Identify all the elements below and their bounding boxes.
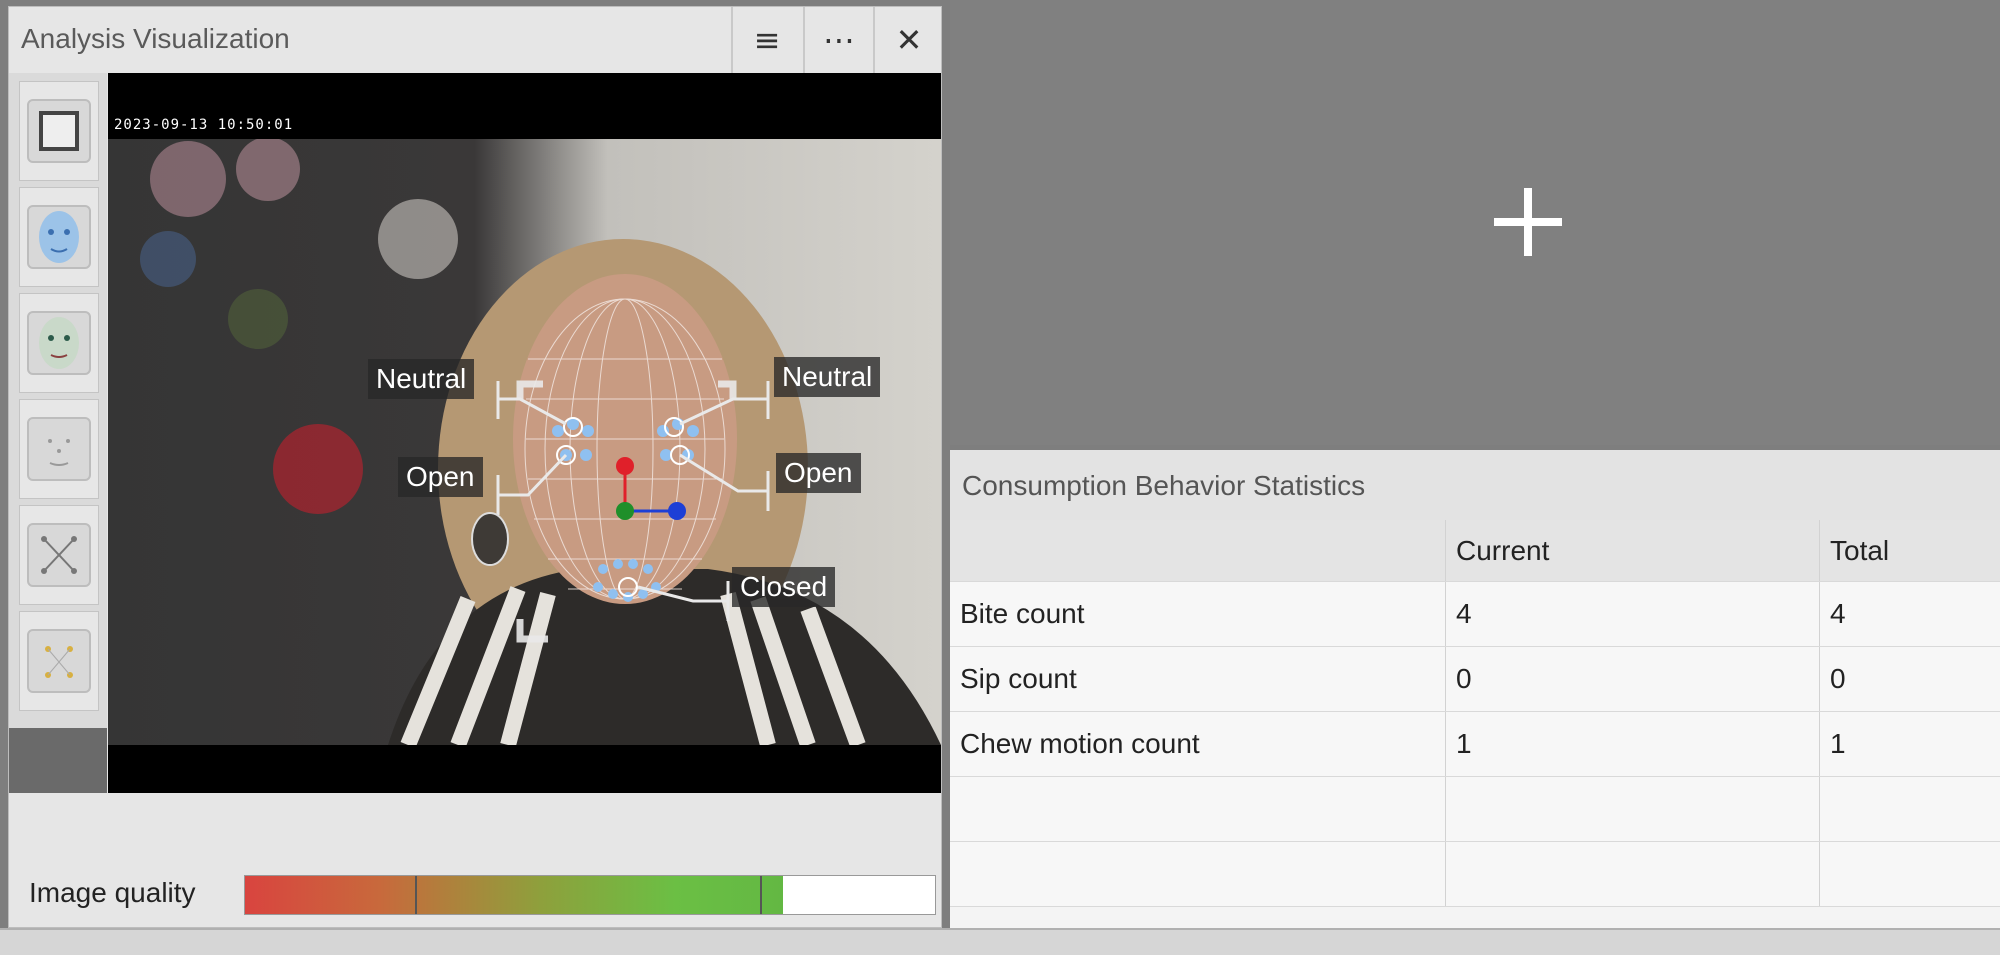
add-view-plus-icon[interactable] bbox=[1494, 188, 1562, 256]
panel-title: Analysis Visualization bbox=[21, 23, 290, 54]
current-value: 1 bbox=[1446, 712, 1820, 776]
analysis-visualization-panel: Analysis Visualization ≡ ⋯ ✕ 2023-09-13 … bbox=[8, 6, 942, 928]
toolbar-footer bbox=[9, 728, 107, 793]
landmark-dots-icon bbox=[27, 417, 91, 481]
current-value bbox=[1446, 842, 1820, 906]
menu-button[interactable]: ≡ bbox=[731, 7, 801, 73]
landmark-links-icon bbox=[27, 523, 91, 587]
face-model-view-button[interactable] bbox=[19, 293, 99, 393]
image-quality-label: Image quality bbox=[29, 877, 196, 908]
stats-title-bar: Consumption Behavior Statistics bbox=[950, 450, 2000, 520]
total-value: 1 bbox=[1830, 728, 1846, 759]
column-header-current[interactable]: Current bbox=[1446, 520, 1820, 581]
head-orientation-icon bbox=[27, 629, 91, 693]
current-value: 4 bbox=[1446, 582, 1820, 646]
video-view[interactable]: 2023-09-13 10:50:01 Neutral Neutral Open… bbox=[108, 73, 941, 793]
column-header-total[interactable]: Total bbox=[1820, 520, 2000, 581]
table-row[interactable] bbox=[950, 842, 2000, 907]
quality-threshold-low bbox=[415, 876, 417, 914]
row-label: Sip count bbox=[950, 647, 1446, 711]
table-row[interactable] bbox=[950, 777, 2000, 842]
quality-threshold-high bbox=[760, 876, 762, 914]
table-row[interactable]: Chew motion count 1 1 bbox=[950, 712, 2000, 777]
video-frame: Neutral Neutral Open Open Closed bbox=[108, 139, 941, 745]
face-tracking-overlay bbox=[140, 139, 941, 745]
image-quality-fill bbox=[245, 876, 784, 914]
more-icon: ⋯ bbox=[823, 21, 855, 59]
table-header-row: Current Total bbox=[950, 520, 2000, 582]
view-mode-toolbar bbox=[9, 73, 107, 793]
landmark-links-view-button[interactable] bbox=[19, 505, 99, 605]
panel-title-bar: Analysis Visualization ≡ ⋯ ✕ bbox=[9, 7, 941, 73]
row-label: Chew motion count bbox=[950, 712, 1446, 776]
current-value: 0 bbox=[1446, 647, 1820, 711]
total-value bbox=[1820, 842, 2000, 906]
video-timestamp: 2023-09-13 10:50:01 bbox=[114, 117, 294, 133]
table-row[interactable]: Bite count 4 4 bbox=[950, 582, 2000, 647]
mouth-state-label: Closed bbox=[732, 567, 836, 607]
head-orientation-view-button[interactable] bbox=[19, 611, 99, 711]
total-value bbox=[1820, 777, 2000, 841]
blue-face-icon bbox=[27, 205, 91, 269]
row-label: Bite count bbox=[950, 582, 1446, 646]
close-button[interactable]: ✕ bbox=[873, 7, 943, 73]
menu-icon: ≡ bbox=[753, 21, 781, 59]
total-value: 4 bbox=[1830, 598, 1846, 629]
row-label bbox=[950, 842, 1446, 906]
stats-title: Consumption Behavior Statistics bbox=[962, 470, 1366, 501]
current-value bbox=[1446, 777, 1820, 841]
bottom-status-strip bbox=[0, 928, 2000, 955]
square-frame-icon bbox=[27, 99, 91, 163]
more-options-button[interactable]: ⋯ bbox=[803, 7, 873, 73]
consumption-statistics-panel: Consumption Behavior Statistics Current … bbox=[950, 450, 2000, 928]
frame-view-button[interactable] bbox=[19, 81, 99, 181]
left-eyebrow-state-label: Neutral bbox=[368, 359, 475, 399]
row-label bbox=[950, 777, 1446, 841]
total-value: 0 bbox=[1830, 663, 1846, 694]
right-eye-state-label: Open bbox=[776, 453, 861, 493]
column-header[interactable] bbox=[950, 520, 1446, 581]
left-eye-state-label: Open bbox=[398, 457, 483, 497]
landmark-dots-view-button[interactable] bbox=[19, 399, 99, 499]
face-model-icon bbox=[27, 311, 91, 375]
right-eyebrow-state-label: Neutral bbox=[774, 357, 881, 397]
image-quality-bar bbox=[244, 875, 936, 915]
face-mesh-view-button[interactable] bbox=[19, 187, 99, 287]
table-row[interactable]: Sip count 0 0 bbox=[950, 647, 2000, 712]
empty-view-slot[interactable] bbox=[950, 0, 2000, 445]
stats-table: Current Total Bite count 4 4 Sip count 0… bbox=[950, 520, 2000, 907]
close-icon: ✕ bbox=[895, 21, 923, 59]
